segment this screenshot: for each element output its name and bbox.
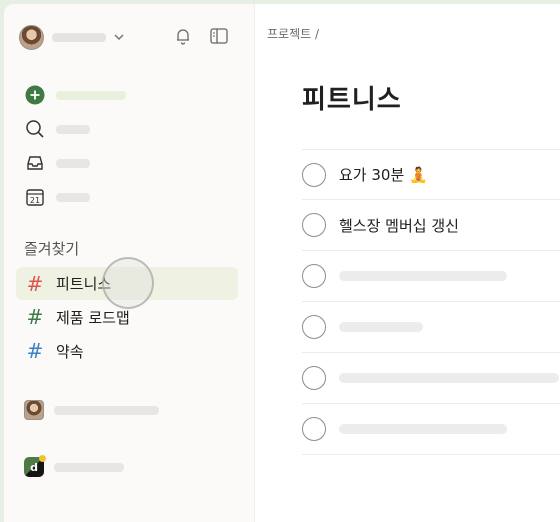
nav-inbox[interactable] [24, 146, 239, 180]
cursor-highlight [102, 257, 154, 309]
task-checkbox[interactable] [302, 417, 326, 441]
task-row[interactable] [302, 302, 560, 353]
hash-icon: # [26, 271, 44, 296]
nav-label-placeholder [56, 192, 90, 202]
task-title-placeholder [339, 271, 507, 281]
favorite-label: 제품 로드맵 [56, 308, 130, 327]
user-name-placeholder[interactable] [52, 32, 106, 42]
favorites-heading: 즐겨찾기 [24, 240, 80, 258]
bell-icon[interactable] [172, 25, 194, 47]
page-title: 피트니스 [302, 85, 402, 115]
task-row[interactable]: 헬스장 멤버십 갱신 [302, 200, 560, 251]
task-checkbox[interactable] [302, 264, 326, 288]
chevron-down-icon[interactable] [112, 30, 126, 44]
task-title-placeholder [339, 373, 559, 383]
main-content: 프로젝트 / 피트니스 요가 30분 🧘 헬스장 멤버십 갱신 [255, 4, 560, 522]
favorite-item-appointments[interactable]: # 약속 [16, 334, 238, 368]
breadcrumb[interactable]: 프로젝트 / [267, 25, 319, 42]
search-icon [24, 118, 46, 140]
nav-search[interactable] [24, 112, 239, 146]
app-window: 21 즐겨찾기 # 피트니스 # 제품 로드맵 # 약속 d 프로젝트 / 피트… [4, 4, 560, 522]
nav-today[interactable]: 21 [24, 180, 239, 214]
sidebar-nav: 21 [24, 78, 239, 214]
calendar-today-icon: 21 [24, 186, 46, 208]
workspace-avatar [24, 400, 44, 420]
sidebar-toggle-icon[interactable] [208, 25, 230, 47]
hash-icon: # [26, 305, 44, 329]
team-badge: d [24, 455, 46, 477]
favorite-label: 약속 [56, 342, 84, 361]
hash-icon: # [26, 339, 44, 363]
task-row[interactable]: 요가 30분 🧘 [302, 149, 560, 200]
workspace-name-placeholder [54, 405, 159, 415]
task-checkbox[interactable] [302, 162, 326, 187]
task-row[interactable] [302, 251, 560, 302]
workspace-name-placeholder [54, 462, 124, 472]
nav-label-placeholder [56, 158, 90, 168]
inbox-icon [24, 152, 46, 174]
task-title[interactable]: 요가 30분 🧘 [339, 164, 428, 185]
task-title-placeholder [339, 322, 423, 332]
sidebar: 21 즐겨찾기 # 피트니스 # 제품 로드맵 # 약속 d [4, 4, 255, 522]
add-task-icon [24, 84, 46, 106]
task-row[interactable] [302, 353, 560, 404]
task-checkbox[interactable] [302, 315, 326, 339]
workspace-team[interactable]: d [24, 454, 239, 480]
header-icons [172, 25, 230, 47]
task-checkbox[interactable] [302, 366, 326, 390]
nav-label-placeholder [56, 90, 126, 100]
nav-label-placeholder [56, 124, 90, 134]
task-checkbox[interactable] [302, 213, 326, 237]
workspace-personal[interactable] [24, 397, 239, 423]
sidebar-header [19, 23, 244, 51]
task-title-placeholder [339, 424, 507, 434]
calendar-day-number: 21 [30, 196, 40, 205]
nav-add-task[interactable] [24, 78, 239, 112]
user-avatar[interactable] [19, 24, 44, 50]
task-title[interactable]: 헬스장 멤버십 갱신 [339, 215, 459, 236]
task-row[interactable] [302, 404, 560, 455]
task-list: 요가 30분 🧘 헬스장 멤버십 갱신 [302, 149, 560, 455]
